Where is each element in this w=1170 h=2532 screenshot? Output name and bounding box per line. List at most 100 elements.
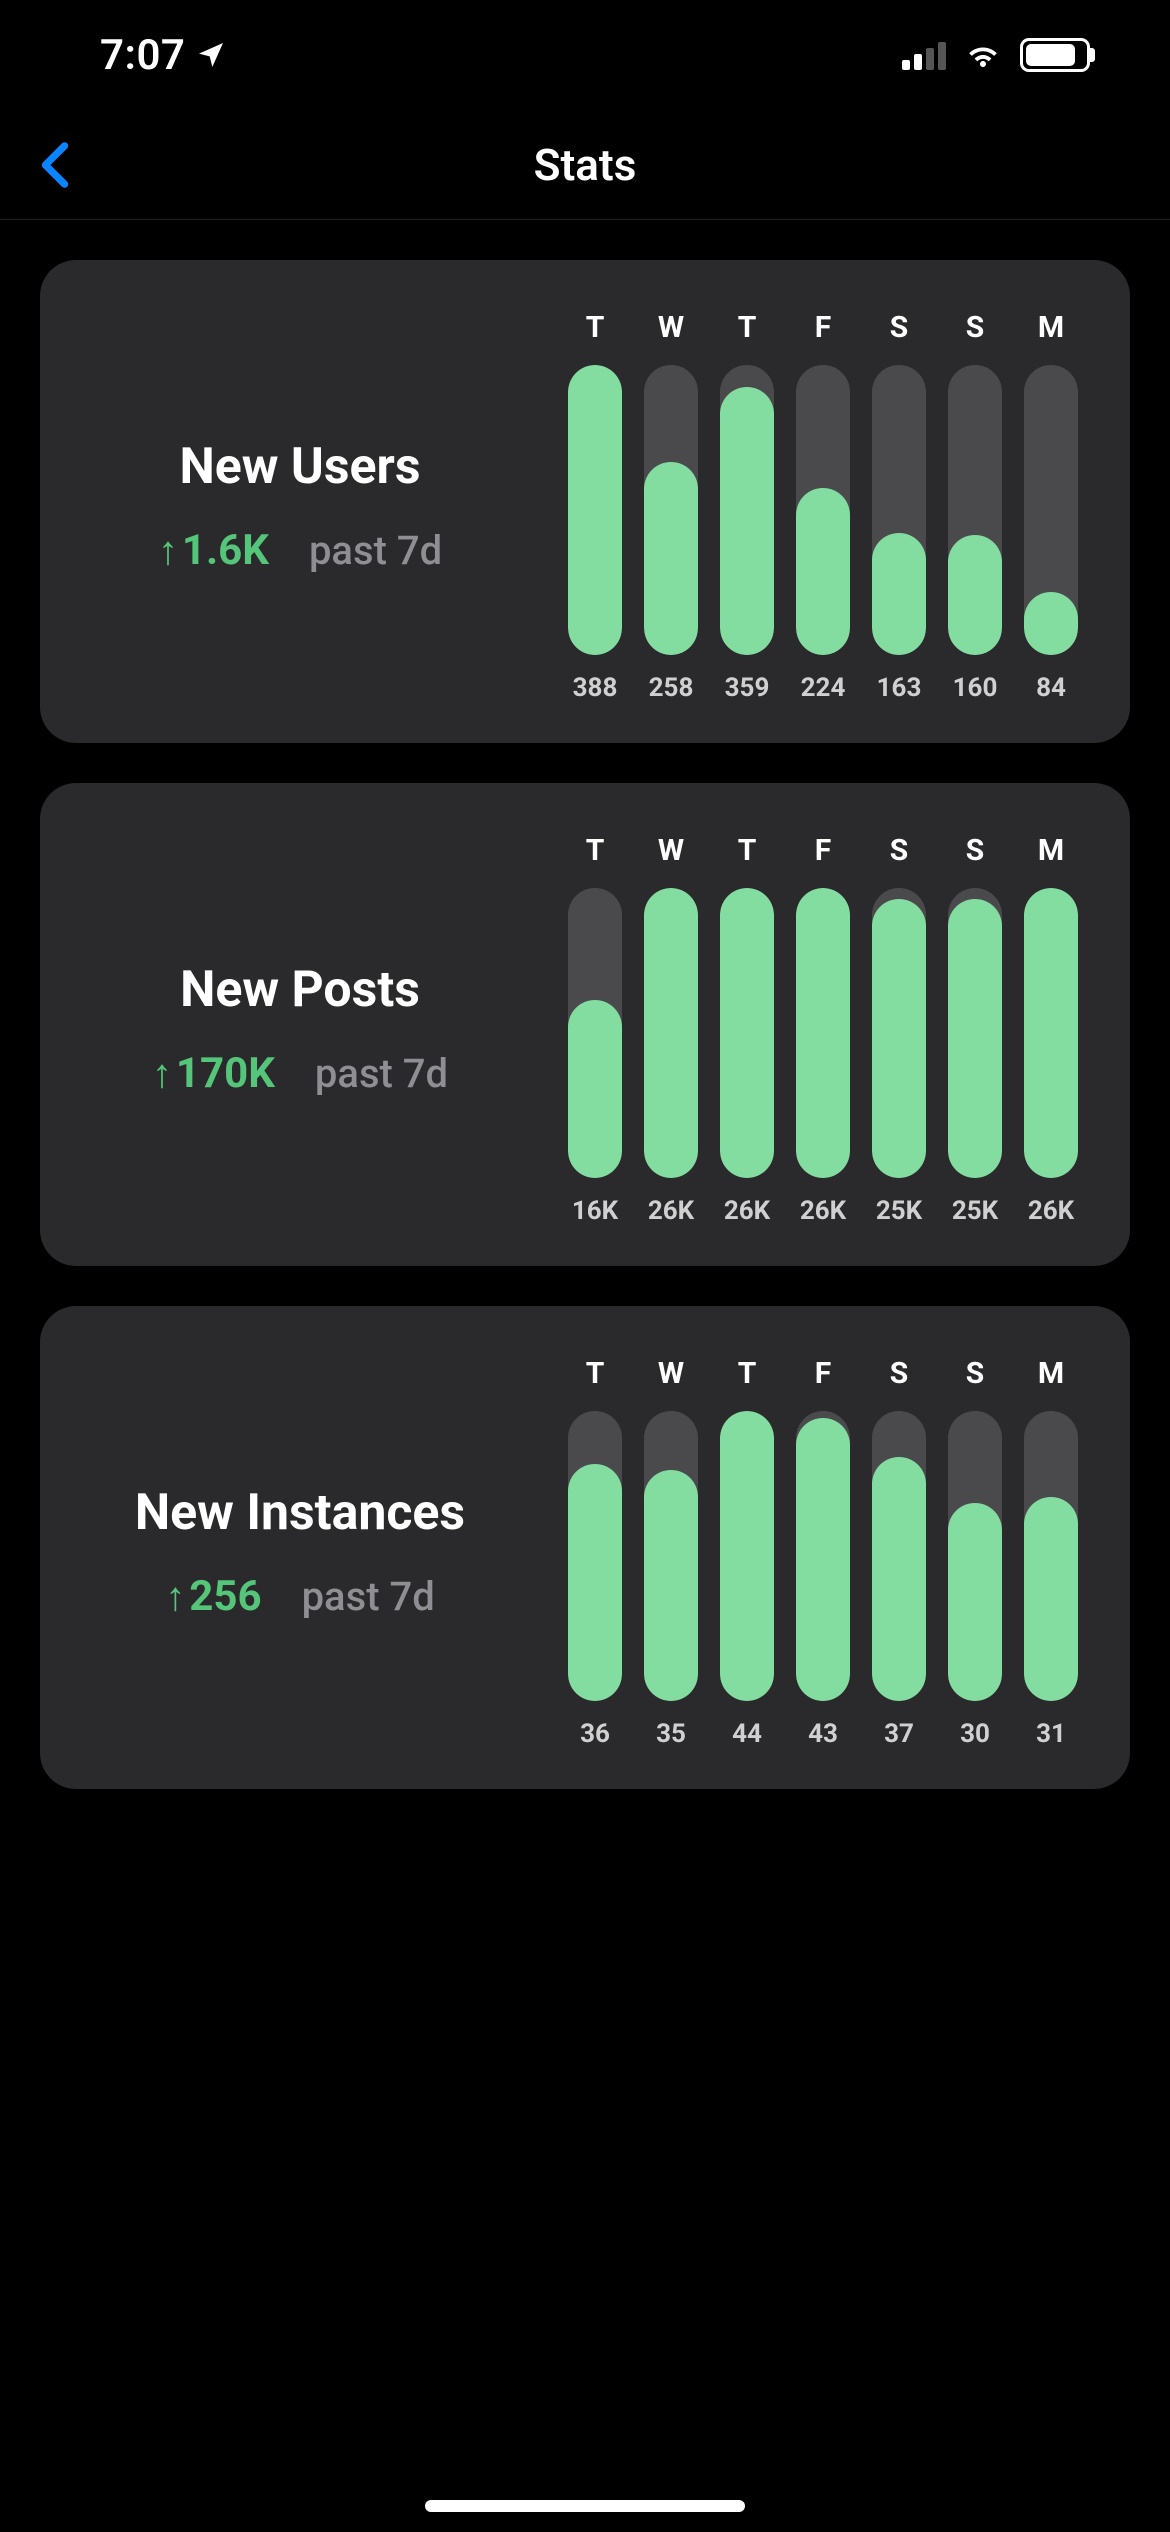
card-chart: T36W35T44F43S37S30M31	[540, 1356, 1080, 1749]
bar-column: T36	[566, 1356, 624, 1749]
bar-track	[720, 1411, 774, 1701]
wifi-icon	[964, 40, 1002, 70]
day-label: M	[1038, 833, 1064, 868]
bar-track	[796, 1411, 850, 1701]
bar-column: S30	[946, 1356, 1004, 1749]
bar-fill	[796, 488, 850, 655]
bar-fill	[1024, 1497, 1078, 1701]
day-label: W	[658, 1356, 684, 1391]
bar-track	[644, 1411, 698, 1701]
status-bar: 7:07	[0, 0, 1170, 110]
metric-trend: ↑170K	[152, 1049, 275, 1098]
bar-column: F 26K	[794, 833, 852, 1226]
bar-track	[568, 1411, 622, 1701]
card-left: New Instances ↑256 past 7d	[90, 1356, 510, 1749]
status-time: 7:07	[100, 31, 185, 80]
bar-fill	[568, 365, 622, 655]
bar-fill	[644, 1470, 698, 1701]
stat-card[interactable]: New Users↑1.6Kpast 7dT388W258T359F224S16…	[40, 260, 1130, 743]
card-left: New Posts ↑170K past 7d	[90, 833, 510, 1226]
nav-bar: Stats	[0, 110, 1170, 220]
day-label: S	[890, 833, 908, 868]
location-arrow-icon	[195, 39, 227, 71]
bar-column: M26K	[1022, 833, 1080, 1226]
bar-track	[1024, 1411, 1078, 1701]
bar-value: 84	[1036, 673, 1066, 703]
arrow-up-icon: ↑	[152, 1054, 172, 1094]
bar-fill	[644, 462, 698, 655]
period-label: past 7d	[309, 527, 442, 574]
stat-card[interactable]: New Posts↑170Kpast 7dT16KW26KT26KF26KS25…	[40, 783, 1130, 1266]
bar-value: 359	[725, 673, 770, 703]
home-indicator	[425, 2500, 745, 2512]
day-label: T	[738, 310, 757, 345]
day-label: S	[890, 310, 908, 345]
bar-column: S 25K	[870, 833, 928, 1226]
day-label: F	[815, 310, 831, 345]
bar-value: 25K	[876, 1196, 922, 1226]
bar-column: W26K	[642, 833, 700, 1226]
bar-track	[644, 888, 698, 1178]
bar-value: 36	[580, 1719, 610, 1749]
page-title: Stats	[534, 139, 637, 191]
bar-track	[720, 365, 774, 655]
bar-value: 43	[808, 1719, 838, 1749]
card-title: New Posts	[180, 961, 420, 1019]
bar-track	[948, 1411, 1002, 1701]
bar-column: S25K	[946, 833, 1004, 1226]
bar-fill	[568, 1000, 622, 1178]
metric-trend: ↑1.6K	[158, 526, 269, 575]
card-chart: T388W258T359F224S163S160M84	[540, 310, 1080, 703]
bar-column: W 35	[642, 1356, 700, 1749]
day-label: F	[815, 1356, 831, 1391]
bar-column: S 37	[870, 1356, 928, 1749]
bar-track	[796, 888, 850, 1178]
bar-column: F 43	[794, 1356, 852, 1749]
bar-value: 26K	[724, 1196, 770, 1226]
bar-track	[872, 888, 926, 1178]
metric-value: 256	[189, 1572, 261, 1621]
day-label: F	[815, 833, 831, 868]
period-label: past 7d	[302, 1573, 435, 1620]
bar-value: 160	[953, 673, 998, 703]
bar-track	[796, 365, 850, 655]
day-label: M	[1038, 310, 1064, 345]
bar-column: W258	[642, 310, 700, 703]
day-label: S	[890, 1356, 908, 1391]
day-label: S	[966, 310, 984, 345]
bar-track	[1024, 365, 1078, 655]
bar-value: 26K	[648, 1196, 694, 1226]
bar-value: 258	[649, 673, 694, 703]
cards-container: New Users↑1.6Kpast 7dT388W258T359F224S16…	[0, 220, 1170, 1789]
metric-value: 1.6K	[182, 526, 269, 575]
period-label: past 7d	[315, 1050, 448, 1097]
bar-fill	[872, 899, 926, 1178]
day-label: T	[738, 833, 757, 868]
cell-signal-icon	[902, 40, 946, 70]
day-label: T	[586, 310, 605, 345]
card-title: New Instances	[135, 1484, 465, 1542]
bar-column: M 84	[1022, 310, 1080, 703]
bar-value: 35	[656, 1719, 686, 1749]
bar-track	[948, 365, 1002, 655]
bar-value: 26K	[800, 1196, 846, 1226]
bar-column: T 359	[718, 310, 776, 703]
bar-value: 37	[884, 1719, 914, 1749]
card-chart: T16KW26KT26KF26KS25KS25KM26K	[540, 833, 1080, 1226]
bar-value: 16K	[572, 1196, 618, 1226]
bar-track	[872, 1411, 926, 1701]
back-button[interactable]	[30, 140, 80, 190]
status-right	[902, 38, 1090, 72]
stat-card[interactable]: New Instances↑256past 7dT36W35T44F43S37S…	[40, 1306, 1130, 1789]
bar-fill	[872, 533, 926, 655]
bar-fill	[720, 1411, 774, 1701]
bar-track	[568, 365, 622, 655]
bar-column: T 16K	[566, 833, 624, 1226]
bar-track	[568, 888, 622, 1178]
day-label: T	[586, 833, 605, 868]
bar-column: S163	[870, 310, 928, 703]
day-label: M	[1038, 1356, 1064, 1391]
arrow-up-icon: ↑	[165, 1577, 185, 1617]
bar-fill	[644, 888, 698, 1178]
bar-column: T 26K	[718, 833, 776, 1226]
